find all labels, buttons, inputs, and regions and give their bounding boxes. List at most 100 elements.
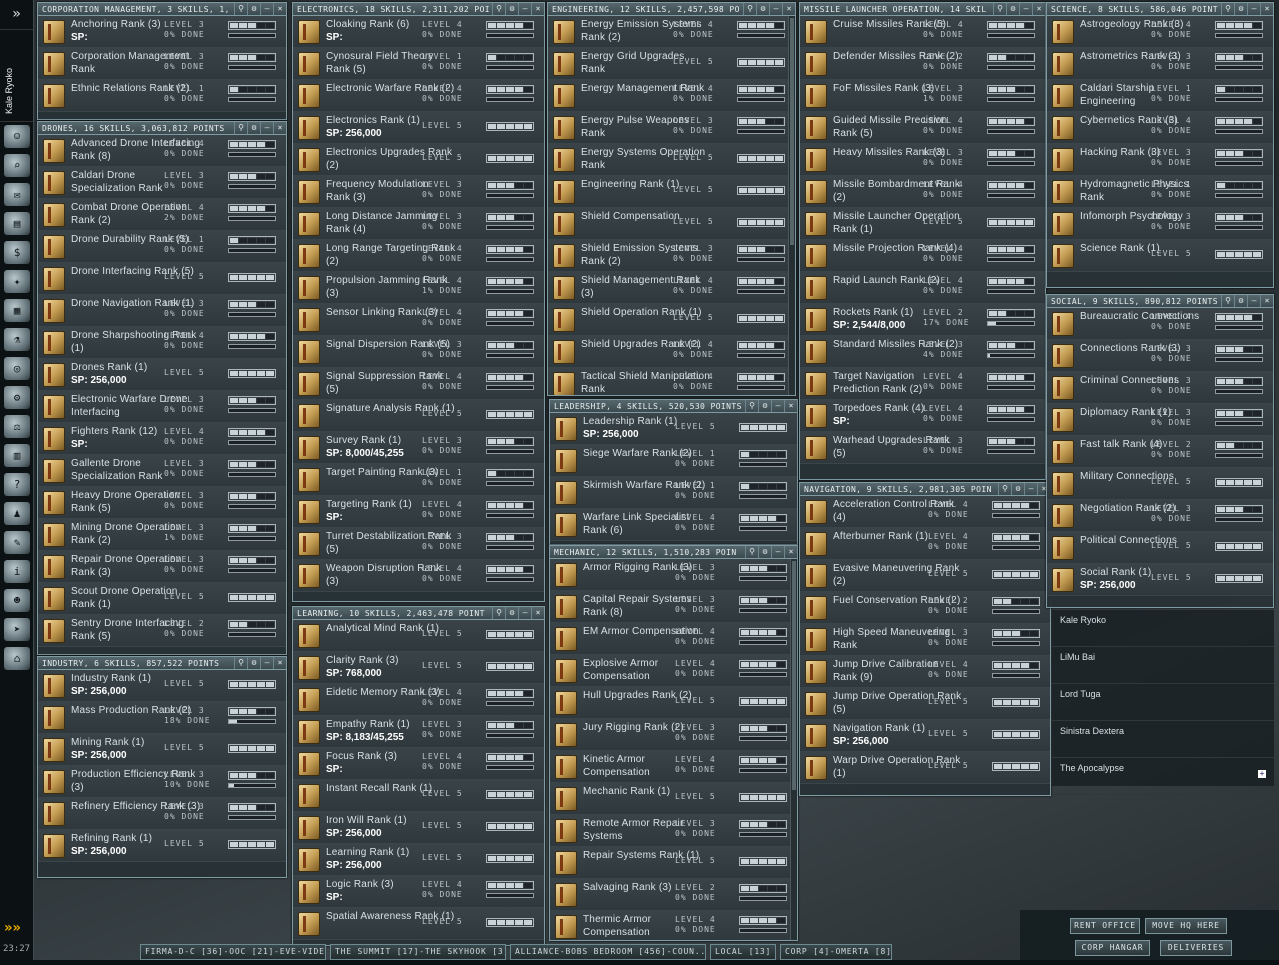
- pin-icon[interactable]: ⚲: [492, 3, 505, 15]
- overview-icon[interactable]: ◎: [4, 357, 30, 380]
- skill-row[interactable]: Navigation Rank (1) SP: 256,000 LEVEL 5: [800, 720, 1050, 752]
- skill-row[interactable]: Evasive Maneuvering Rank (2) LEVEL 5: [800, 560, 1050, 592]
- member-item[interactable]: The Apocalypse: [1052, 758, 1274, 795]
- skill-row[interactable]: Missile Launcher Operation Rank (1) LEVEL…: [800, 208, 1045, 240]
- minimize-icon[interactable]: –: [1247, 295, 1260, 307]
- skill-row[interactable]: Signal Suppression Rank (5) LEVEL 4 0% DON…: [293, 368, 544, 400]
- member-item[interactable]: Sinistra Dextera: [1052, 721, 1274, 758]
- close-icon[interactable]: ×: [273, 657, 286, 669]
- skill-row[interactable]: Mechanic Rank (1) LEVEL 5: [550, 783, 797, 815]
- skill-row[interactable]: Energy Systems Operation Rank LEVEL 5: [548, 144, 795, 176]
- skill-row[interactable]: Guided Missile Precision Rank (5) LEVEL 4…: [800, 112, 1045, 144]
- skill-row[interactable]: Missile Bombardment Rank (2) LEVEL 4 0% DO…: [800, 176, 1045, 208]
- pin-icon[interactable]: ⚲: [234, 3, 247, 15]
- skill-row[interactable]: Refinery Efficiency Rank (3) LEVEL 3 0% DO…: [38, 798, 286, 830]
- window-header[interactable]: ELECTRONICS, 18 SKILLS, 2,311,202 POI ⚲ ⚙ –…: [293, 3, 544, 16]
- window-header[interactable]: MISSILE LAUNCHER OPERATION, 14 SKIL ⚲ ⚙ – ×: [800, 3, 1045, 16]
- settings-icon[interactable]: ⚙: [1234, 3, 1247, 15]
- window-header[interactable]: SCIENCE, 8 SKILLS, 586,046 POINT ⚲ ⚙ – ×: [1047, 3, 1273, 16]
- window-header[interactable]: LEARNING, 10 SKILLS, 2,463,478 POINT ⚲ ⚙ – ×: [293, 607, 544, 620]
- rent-office-button[interactable]: RENT OFFICE: [1070, 918, 1140, 934]
- map-icon[interactable]: ✦: [4, 270, 30, 293]
- skill-row[interactable]: Warfare Link Specialist Rank (6) LEVEL 40…: [550, 509, 797, 541]
- skill-row[interactable]: Electronic Warfare Drone Interfacing LEVE…: [38, 391, 286, 423]
- skill-row[interactable]: Gallente Drone Specialization Rank LEVEL …: [38, 455, 286, 487]
- contracts-icon[interactable]: ✎: [4, 531, 30, 554]
- skill-row[interactable]: Missile Projection Rank (4) LEVEL 4 0% DON…: [800, 240, 1045, 272]
- minimize-icon[interactable]: –: [260, 657, 273, 669]
- skill-row[interactable]: Heavy Drone Operation Rank (5) LEVEL 3 0% …: [38, 487, 286, 519]
- skill-row[interactable]: Mining Drone Operation Rank (2) LEVEL 3 1%…: [38, 519, 286, 551]
- skill-row[interactable]: Energy Pulse Weapons Rank LEVEL 3 0% DONE: [548, 112, 795, 144]
- skill-row[interactable]: Drone Navigation Rank (1) LEVEL 3 0% DONE: [38, 295, 286, 327]
- settings-icon[interactable]: ⚙: [247, 657, 260, 669]
- settings-icon[interactable]: ⚙: [247, 3, 260, 15]
- settings-icon[interactable]: ⚙: [247, 122, 260, 134]
- skill-row[interactable]: Warhead Upgrades Rank (5) LEVEL 3 0% DONE: [800, 432, 1045, 464]
- window-header[interactable]: CORPORATION MANAGEMENT, 3 SKILLS, 1, ⚲ ⚙ – ×: [38, 3, 286, 16]
- skill-row[interactable]: Combat Drone Operation Rank (2) LEVEL 4 2%…: [38, 199, 286, 231]
- skill-row[interactable]: Targeting Rank (1) SP: LEVEL 4 0% DONE: [293, 496, 544, 528]
- close-icon[interactable]: ×: [782, 3, 795, 15]
- scrollbar[interactable]: [788, 16, 795, 395]
- skill-row[interactable]: Caldari Drone Specialization Rank LEVEL 3…: [38, 167, 286, 199]
- settings-icon[interactable]: ⚙: [505, 607, 518, 619]
- skill-row[interactable]: Empathy Rank (1) SP: 8,183/45,255 LEVEL 30…: [293, 716, 544, 748]
- skill-row[interactable]: Astrogeology Rank (3) LEVEL 4 0% DONE: [1047, 16, 1273, 48]
- skill-row[interactable]: Cynosural Field Theory Rank (5) LEVEL 1 0%…: [293, 48, 544, 80]
- chat-tab[interactable]: LOCAL [13]: [710, 944, 776, 960]
- scrollbar-thumb[interactable]: [790, 18, 794, 246]
- skill-row[interactable]: Rapid Launch Rank (2) LEVEL 4 0% DONE: [800, 272, 1045, 304]
- skill-row[interactable]: Jump Drive Operation Rank (5) LEVEL 5: [800, 688, 1050, 720]
- skill-row[interactable]: Siege Warfare Rank (2) LEVEL 1 0% DONE: [550, 445, 797, 477]
- skill-row[interactable]: EM Armor Compensation LEVEL 4 0% DONE: [550, 623, 797, 655]
- chat-tab[interactable]: ALLIANCE-BOBS BEDROOM [456]-COUN...: [510, 944, 706, 960]
- search-icon[interactable]: ⌕: [4, 154, 30, 177]
- skill-row[interactable]: Kinetic Armor Compensation LEVEL 4 0% DONE: [550, 751, 797, 783]
- skill-row[interactable]: Long Distance Jamming Rank (4) LEVEL 3 0% …: [293, 208, 544, 240]
- skill-row[interactable]: Negotiation Rank (2) LEVEL 3 0% DONE: [1047, 500, 1273, 532]
- chat-tab[interactable]: THE SUMMIT [17]-THE SKYHOOK [3]: [330, 944, 506, 960]
- skill-row[interactable]: Rockets Rank (1) SP: 2,544/8,000 LEVEL 2 17…: [800, 304, 1045, 336]
- skill-row[interactable]: Anchoring Rank (3) SP: LEVEL 3 0% DONE: [38, 16, 286, 48]
- skill-row[interactable]: Caldari Starship Engineering LEVEL 1 0% DO…: [1047, 80, 1273, 112]
- close-icon[interactable]: ×: [784, 400, 797, 412]
- skill-row[interactable]: Warp Drive Operation Rank (1) LEVEL 5: [800, 752, 1050, 784]
- skill-row[interactable]: Political Connections LEVEL 5: [1047, 532, 1273, 564]
- skill-row[interactable]: Long Range Targeting Rank (2) LEVEL 4 0% D…: [293, 240, 544, 272]
- skill-row[interactable]: Logic Rank (3) SP: LEVEL 4 0% DONE: [293, 876, 544, 908]
- skill-row[interactable]: Weapon Disruption Rank (3) LEVEL 4 0% DONE: [293, 560, 544, 592]
- pin-icon[interactable]: ⚲: [234, 657, 247, 669]
- settings-icon[interactable]: ⚙: [756, 3, 769, 15]
- member-item[interactable]: LiMu Bai: [1052, 647, 1274, 684]
- skill-row[interactable]: Frequency Modulation Rank (3) LEVEL 3 0% D…: [293, 176, 544, 208]
- fitting-icon[interactable]: ⚙: [4, 386, 30, 409]
- settings-icon[interactable]: ⚙: [1006, 3, 1019, 15]
- skill-row[interactable]: Military Connections LEVEL 5: [1047, 468, 1273, 500]
- scrollbar-thumb[interactable]: [792, 561, 796, 790]
- skill-row[interactable]: Mass Production Rank (2) LEVEL 3 18% DONE: [38, 702, 286, 734]
- skill-row[interactable]: Fighters Rank (12) SP: LEVEL 4 0% DONE: [38, 423, 286, 455]
- skill-row[interactable]: Heavy Missiles Rank (3) LEVEL 3 0% DONE: [800, 144, 1045, 176]
- skill-row[interactable]: Shield Upgrades Rank (2) LEVEL 4 0% DONE: [548, 336, 795, 368]
- skill-row[interactable]: Fast talk Rank (4) LEVEL 2 0% DONE: [1047, 436, 1273, 468]
- close-icon[interactable]: ×: [784, 546, 797, 558]
- skill-row[interactable]: Acceleration Control Rank (4) LEVEL 4 0% D…: [800, 496, 1050, 528]
- skill-row[interactable]: Drone Durability Rank (5) LEVEL 1 0% DONE: [38, 231, 286, 263]
- pin-icon[interactable]: ⚲: [998, 483, 1011, 495]
- chevrons-icon[interactable]: »»: [4, 920, 21, 936]
- skill-row[interactable]: Explosive Armor Compensation LEVEL 4 0% DO…: [550, 655, 797, 687]
- skill-row[interactable]: Drone Sharpshooting Rank (1) LEVEL 4 0% DO…: [38, 327, 286, 359]
- skill-row[interactable]: Advanced Drone Interfacing Rank (8) LEVEL…: [38, 135, 286, 167]
- move-hq-button[interactable]: MOVE HQ HERE: [1145, 918, 1227, 934]
- skill-row[interactable]: Fuel Conservation Rank (2) LEVEL 2 0% DONE: [800, 592, 1050, 624]
- window-header[interactable]: MECHANIC, 12 SKILLS, 1,510,283 POIN ⚲ ⚙ – ×: [550, 546, 797, 559]
- skill-row[interactable]: Science Rank (1) LEVEL 5: [1047, 240, 1273, 272]
- skill-row[interactable]: Bureaucratic Connections LEVEL 4 0% DONE: [1047, 308, 1273, 340]
- minimize-icon[interactable]: –: [1019, 3, 1032, 15]
- market-icon[interactable]: $: [4, 241, 30, 264]
- skill-row[interactable]: Propulsion Jamming Rank (3) LEVEL 4 1% DON…: [293, 272, 544, 304]
- pin-icon[interactable]: ⚲: [492, 607, 505, 619]
- skill-row[interactable]: Learning Rank (1) SP: 256,000 LEVEL 5: [293, 844, 544, 876]
- skill-row[interactable]: Drones Rank (1) SP: 256,000 LEVEL 5: [38, 359, 286, 391]
